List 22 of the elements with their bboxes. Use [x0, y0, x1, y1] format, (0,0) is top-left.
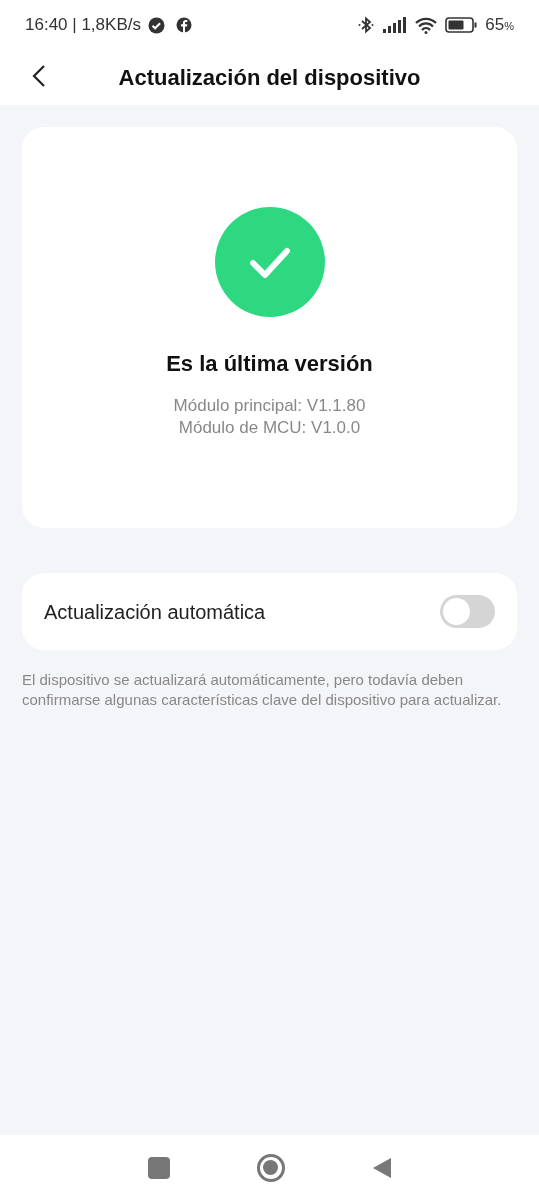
bluetooth-icon: [357, 16, 376, 34]
auto-update-note: El dispositivo se actualizará automáticamente, pero todavía deben confirmarse algunas características clave del dispositivo para actualizar.: [22, 670, 502, 710]
check-badge-icon: [147, 16, 165, 34]
recents-button[interactable]: [147, 1156, 170, 1179]
back-nav-button[interactable]: [371, 1156, 392, 1179]
signal-icon: [383, 17, 408, 33]
success-check-icon: [214, 207, 325, 317]
wifi-icon: [415, 16, 438, 34]
back-triangle-icon: [371, 1156, 392, 1179]
version-text: Módulo principal: V1.1.80: [173, 395, 366, 417]
battery-percent: 65: [485, 14, 505, 37]
page-title: Actualización del dispositivo: [118, 64, 421, 92]
status-title: Es la última versión: [166, 350, 373, 378]
battery-unit: %: [504, 20, 514, 35]
back-icon: [32, 64, 46, 88]
battery-icon: [445, 17, 478, 33]
auto-update-label: Actualización automática: [44, 599, 266, 625]
auto-update-toggle[interactable]: [440, 595, 495, 628]
version-text: Módulo de MCU: V1.0.0: [178, 417, 361, 439]
status-time: 16:40 | 1,8KB/s: [25, 14, 141, 37]
home-button[interactable]: [256, 1153, 285, 1182]
facebook-icon: [175, 17, 192, 33]
